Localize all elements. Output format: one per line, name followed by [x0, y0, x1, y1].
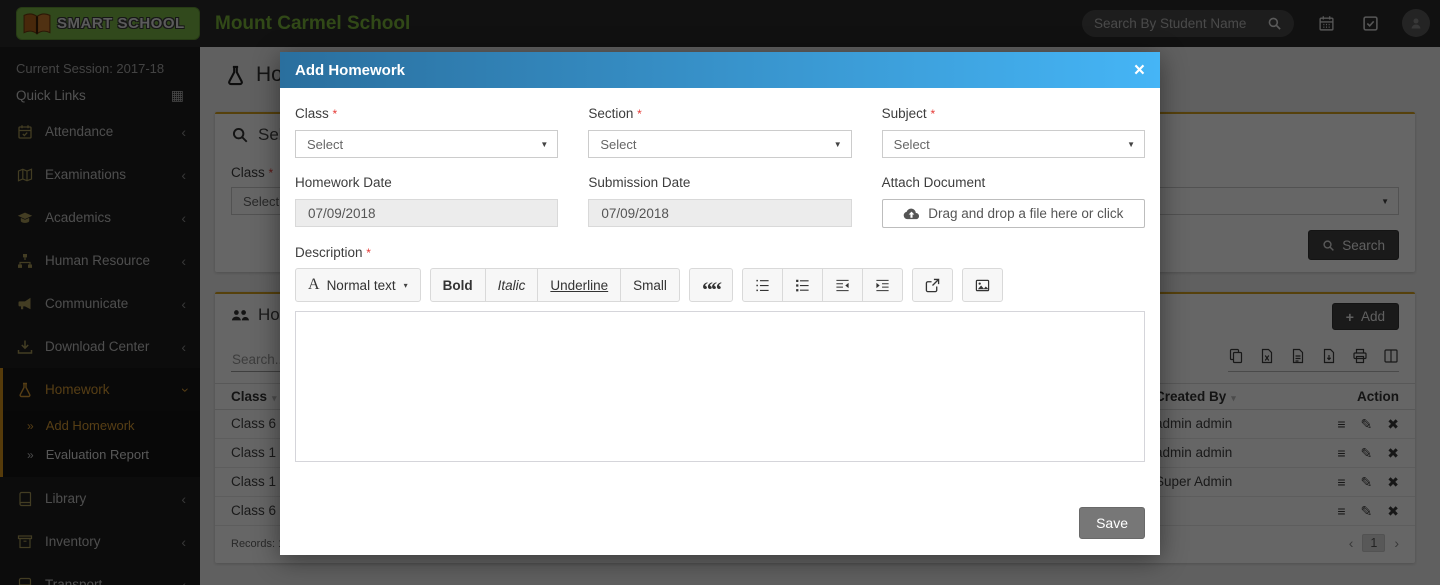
italic-button[interactable]: Italic — [486, 268, 539, 302]
insert-image-button[interactable] — [962, 268, 1003, 302]
paragraph-style-dropdown[interactable]: A Normal text ▾ — [295, 268, 421, 302]
caret-down-icon: ▼ — [834, 140, 842, 149]
cloud-upload-icon — [903, 207, 920, 220]
blockquote-button[interactable]: ““ — [689, 268, 733, 302]
indent-button[interactable] — [863, 268, 903, 302]
font-style-icon: A — [308, 276, 320, 294]
caret-down-icon: ▼ — [540, 140, 548, 149]
select-value: Select — [894, 137, 930, 152]
unordered-list-button[interactable] — [783, 268, 823, 302]
subject-select[interactable]: Select ▼ — [882, 130, 1145, 158]
list-ul-icon — [795, 278, 810, 293]
add-homework-modal: Add Homework × Class * Select ▼ Section … — [280, 52, 1160, 555]
submission-date-label: Submission Date — [588, 175, 851, 190]
modal-body: Class * Select ▼ Section * Select ▼ — [280, 106, 1160, 539]
description-editor[interactable] — [295, 311, 1145, 462]
underline-button[interactable]: Underline — [538, 268, 621, 302]
close-icon[interactable]: × — [1134, 61, 1145, 80]
caret-down-icon: ▾ — [404, 281, 408, 290]
attach-document-label: Attach Document — [882, 175, 1145, 190]
bold-button[interactable]: Bold — [430, 268, 486, 302]
section-select[interactable]: Select ▼ — [588, 130, 851, 158]
image-icon — [975, 278, 990, 293]
quote-icon: ““ — [702, 284, 720, 295]
class-label: Class * — [295, 106, 558, 121]
list-ol-icon — [755, 278, 770, 293]
caret-down-icon: ▼ — [1127, 140, 1135, 149]
outdent-icon — [835, 278, 850, 293]
submission-date-input[interactable]: 07/09/2018 — [588, 199, 851, 227]
app-root: SMART SCHOOL Mount Carmel School Current… — [0, 0, 1440, 585]
editor-toolbar: A Normal text ▾ Bold Italic Underline Sm… — [295, 268, 1145, 302]
section-label: Section * — [588, 106, 851, 121]
select-value: Select — [600, 137, 636, 152]
modal-title: Add Homework — [295, 62, 405, 79]
link-icon — [925, 278, 940, 293]
class-select[interactable]: Select ▼ — [295, 130, 558, 158]
modal-header: Add Homework × — [280, 52, 1160, 88]
description-label: Description * — [295, 245, 1145, 260]
link-button[interactable] — [912, 268, 953, 302]
file-dropzone-button[interactable]: Drag and drop a file here or click — [882, 199, 1145, 228]
outdent-button[interactable] — [823, 268, 863, 302]
subject-label: Subject * — [882, 106, 1145, 121]
small-text-button[interactable]: Small — [621, 268, 680, 302]
homework-date-label: Homework Date — [295, 175, 558, 190]
homework-date-input[interactable]: 07/09/2018 — [295, 199, 558, 227]
ordered-list-button[interactable] — [742, 268, 783, 302]
save-button[interactable]: Save — [1079, 507, 1145, 539]
select-value: Select — [307, 137, 343, 152]
indent-icon — [875, 278, 890, 293]
